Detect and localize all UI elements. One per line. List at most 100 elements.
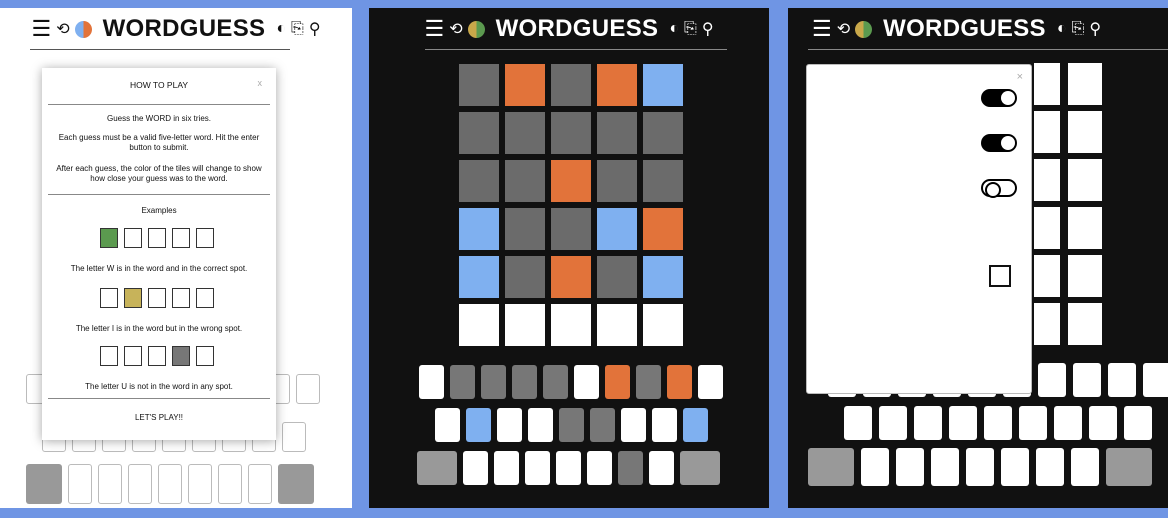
menu-item-delete-game-history[interactable] bbox=[819, 353, 1019, 354]
key-i[interactable] bbox=[1073, 363, 1101, 397]
key-b[interactable] bbox=[188, 464, 212, 504]
key-b[interactable] bbox=[587, 451, 612, 485]
key-c[interactable] bbox=[525, 451, 550, 485]
back-key[interactable] bbox=[278, 464, 314, 504]
key-a[interactable] bbox=[844, 406, 872, 440]
new-game-icon[interactable]: ⟲ bbox=[837, 19, 850, 39]
toggle-switch[interactable] bbox=[981, 134, 1017, 152]
color-mode-icon[interactable] bbox=[855, 20, 873, 38]
enter-key[interactable] bbox=[417, 451, 457, 485]
key-v[interactable] bbox=[556, 451, 581, 485]
key-f[interactable] bbox=[528, 408, 553, 442]
key-x[interactable] bbox=[98, 464, 122, 504]
color-mode-icon[interactable] bbox=[74, 20, 92, 38]
key-o[interactable] bbox=[1108, 363, 1136, 397]
board-tile bbox=[505, 304, 545, 346]
key-y[interactable] bbox=[574, 365, 599, 399]
menu-item-start-new-game[interactable] bbox=[819, 218, 1019, 219]
screen-settings: ☰ ⟲ WORDGUESS ◐ ⎘ ⚲ × bbox=[788, 8, 1168, 508]
enter-key[interactable] bbox=[808, 448, 854, 486]
history-icon[interactable]: ⎘ bbox=[291, 20, 304, 38]
menu-icon[interactable]: ☰ bbox=[31, 18, 51, 40]
board-tile bbox=[643, 64, 683, 106]
key-l[interactable] bbox=[1124, 406, 1152, 440]
key-k[interactable] bbox=[652, 408, 677, 442]
key-v[interactable] bbox=[966, 448, 994, 486]
menu-item-solution-definition[interactable] bbox=[819, 263, 1019, 287]
key-s[interactable] bbox=[466, 408, 491, 442]
key-r[interactable] bbox=[512, 365, 537, 399]
menu-item-view-instructions[interactable] bbox=[819, 173, 1019, 198]
key-w[interactable] bbox=[450, 365, 475, 399]
key-h[interactable] bbox=[1019, 406, 1047, 440]
history-icon[interactable]: ⎘ bbox=[1072, 20, 1085, 38]
key-c[interactable] bbox=[931, 448, 959, 486]
instruction-3: After each guess, the color of the tiles… bbox=[56, 164, 262, 183]
key-p[interactable] bbox=[1143, 363, 1168, 397]
key-g[interactable] bbox=[984, 406, 1012, 440]
close-icon[interactable]: × bbox=[1017, 71, 1023, 83]
key-d[interactable] bbox=[497, 408, 522, 442]
toggle-switch[interactable] bbox=[981, 89, 1017, 107]
key-j[interactable] bbox=[621, 408, 646, 442]
key-k[interactable] bbox=[1089, 406, 1117, 440]
key-c[interactable] bbox=[128, 464, 152, 504]
key-b[interactable] bbox=[1001, 448, 1029, 486]
dark-mode-icon[interactable]: ◐ bbox=[669, 20, 679, 38]
key-n[interactable] bbox=[1036, 448, 1064, 486]
key-t[interactable] bbox=[543, 365, 568, 399]
stats-icon[interactable]: ⚲ bbox=[309, 19, 321, 39]
example-tile bbox=[124, 228, 142, 248]
key-g[interactable] bbox=[559, 408, 584, 442]
key-e[interactable] bbox=[481, 365, 506, 399]
key-l[interactable] bbox=[282, 422, 306, 452]
menu-item-high-contrast-mode[interactable] bbox=[819, 128, 1019, 152]
key-n[interactable] bbox=[618, 451, 643, 485]
key-m[interactable] bbox=[649, 451, 674, 485]
key-z[interactable] bbox=[861, 448, 889, 486]
key-d[interactable] bbox=[914, 406, 942, 440]
key-p[interactable] bbox=[296, 374, 320, 404]
menu-icon[interactable]: ☰ bbox=[424, 18, 444, 40]
key-z[interactable] bbox=[463, 451, 488, 485]
stats-icon[interactable]: ⚲ bbox=[702, 19, 714, 39]
back-key[interactable] bbox=[680, 451, 720, 485]
dark-mode-icon[interactable]: ◐ bbox=[1057, 20, 1067, 38]
key-u[interactable] bbox=[605, 365, 630, 399]
color-mode-icon[interactable] bbox=[467, 20, 485, 38]
key-j[interactable] bbox=[1054, 406, 1082, 440]
stats-icon[interactable]: ⚲ bbox=[1089, 19, 1101, 39]
board-tile bbox=[551, 160, 591, 202]
history-icon[interactable]: ⎘ bbox=[684, 20, 697, 38]
key-a[interactable] bbox=[435, 408, 460, 442]
az-icon[interactable] bbox=[989, 265, 1011, 287]
back-key[interactable] bbox=[1106, 448, 1152, 486]
key-p[interactable] bbox=[698, 365, 723, 399]
menu-item-view-game-history[interactable] bbox=[819, 308, 1019, 309]
example-tile bbox=[196, 346, 214, 366]
lets-play-button[interactable]: LET'S PLAY!! bbox=[54, 413, 264, 423]
dark-mode-icon[interactable]: ◐ bbox=[276, 20, 286, 38]
key-x[interactable] bbox=[494, 451, 519, 485]
toggle-switch[interactable] bbox=[981, 179, 1017, 198]
new-game-icon[interactable]: ⟲ bbox=[56, 19, 69, 39]
key-s[interactable] bbox=[879, 406, 907, 440]
menu-item-dark-mode[interactable] bbox=[819, 83, 1019, 107]
key-l[interactable] bbox=[683, 408, 708, 442]
key-h[interactable] bbox=[590, 408, 615, 442]
key-f[interactable] bbox=[949, 406, 977, 440]
key-m[interactable] bbox=[1071, 448, 1099, 486]
key-v[interactable] bbox=[158, 464, 182, 504]
key-m[interactable] bbox=[248, 464, 272, 504]
key-u[interactable] bbox=[1038, 363, 1066, 397]
key-x[interactable] bbox=[896, 448, 924, 486]
new-game-icon[interactable]: ⟲ bbox=[449, 19, 462, 39]
key-o[interactable] bbox=[667, 365, 692, 399]
key-q[interactable] bbox=[419, 365, 444, 399]
key-n[interactable] bbox=[218, 464, 242, 504]
key-z[interactable] bbox=[68, 464, 92, 504]
close-icon[interactable]: x bbox=[258, 78, 263, 88]
key-i[interactable] bbox=[636, 365, 661, 399]
menu-icon[interactable]: ☰ bbox=[812, 18, 832, 40]
enter-key[interactable] bbox=[26, 464, 62, 504]
